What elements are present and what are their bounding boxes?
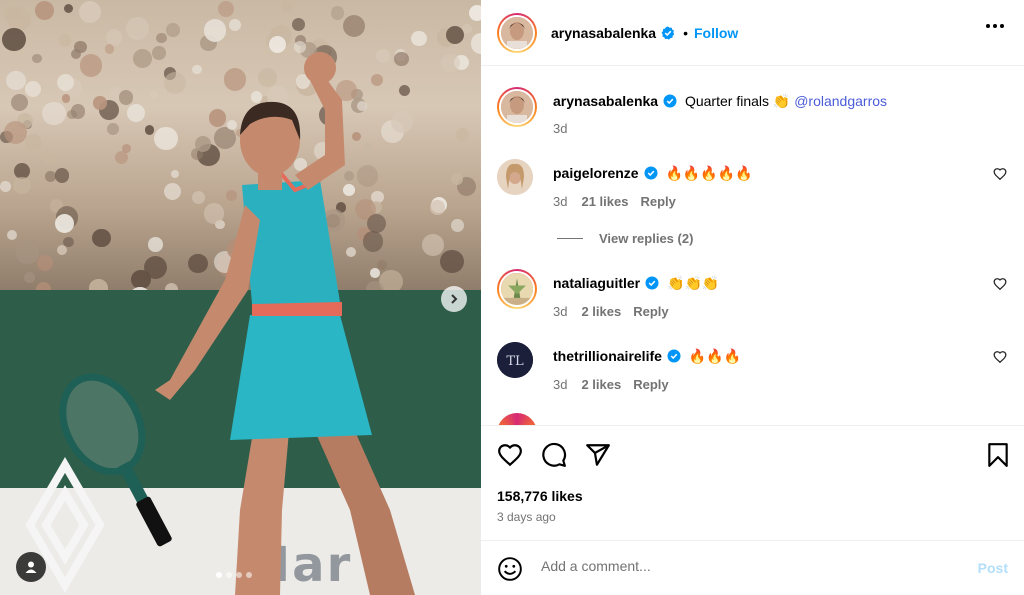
comment-meta: 3d 21 likes Reply xyxy=(553,194,676,209)
carousel-dot xyxy=(216,572,222,578)
view-replies-label: View replies (2) xyxy=(599,231,694,246)
comment-likes[interactable]: 2 likes xyxy=(581,304,621,319)
comment-time: 3d xyxy=(553,377,568,392)
carousel-dot xyxy=(236,572,242,578)
heart-icon[interactable] xyxy=(993,277,1007,291)
comment-text-line: paigelorenze 🔥🔥🔥🔥🔥 xyxy=(553,165,753,182)
carousel-next-button[interactable] xyxy=(441,286,467,312)
comment-text-line: thetrillionairelife 🔥🔥🔥 xyxy=(553,348,741,365)
post-media[interactable]: Har xyxy=(0,0,481,595)
post-details-panel: arynasabalenka • Follow arynasabalenka Q… xyxy=(481,0,1024,595)
comment-item: TL thetrillionairelife 🔥🔥🔥 3d 2 likes Repl… xyxy=(497,342,1007,402)
commenter-avatar[interactable] xyxy=(497,269,537,309)
follow-button[interactable]: Follow xyxy=(694,25,738,41)
commenter-avatar[interactable]: TL xyxy=(497,342,533,378)
comment-username[interactable]: nataliaguitler xyxy=(553,275,640,291)
caption-body: Quarter finals 👏 xyxy=(684,93,791,109)
comment-text-line: nataliaguitler 👏👏👏 xyxy=(553,275,719,292)
likes-count[interactable]: 158,776 likes xyxy=(497,488,583,504)
reply-button[interactable]: Reply xyxy=(633,377,668,392)
comment-username[interactable]: paigelorenze xyxy=(553,165,639,181)
comment-body: 🔥🔥🔥 xyxy=(688,349,742,365)
post-date: 3 days ago xyxy=(497,510,556,524)
verified-icon xyxy=(667,349,681,363)
comment-likes[interactable]: 2 likes xyxy=(581,377,621,392)
verified-icon xyxy=(663,94,677,108)
more-options-button[interactable] xyxy=(986,24,1004,28)
caption-author-avatar[interactable] xyxy=(497,87,537,127)
bookmark-icon[interactable] xyxy=(987,442,1009,468)
caption-text-line: arynasabalenka Quarter finals 👏 @rolandg… xyxy=(553,93,887,110)
reply-button[interactable]: Reply xyxy=(633,304,668,319)
heart-icon[interactable] xyxy=(993,350,1007,364)
carousel-dot xyxy=(226,572,232,578)
emoji-icon[interactable] xyxy=(497,556,523,582)
chevron-right-icon xyxy=(451,294,458,304)
comment-time: 3d xyxy=(553,304,568,319)
heart-icon[interactable] xyxy=(993,167,1007,181)
svg-text:TL: TL xyxy=(506,354,524,369)
caption-mention-link[interactable]: @rolandgarros xyxy=(794,93,887,109)
post-actions: 158,776 likes 3 days ago xyxy=(481,425,1024,540)
comment-time: 3d xyxy=(553,194,568,209)
author-avatar[interactable] xyxy=(497,12,537,53)
comment-username[interactable]: thetrillionairelife xyxy=(553,348,662,364)
tagged-users-button[interactable] xyxy=(16,552,46,582)
user-tag-icon xyxy=(25,561,37,573)
comment-item: paigelorenze 🔥🔥🔥🔥🔥 3d 21 likes Reply xyxy=(497,159,1007,219)
reply-button[interactable]: Reply xyxy=(640,194,675,209)
commenter-avatar[interactable] xyxy=(497,159,533,195)
comment-icon[interactable] xyxy=(541,442,567,468)
comment-meta: 3d 2 likes Reply xyxy=(553,377,669,392)
comment-input[interactable] xyxy=(541,558,941,574)
comment-body: 🔥🔥🔥🔥🔥 xyxy=(665,166,753,182)
player-photo xyxy=(59,52,415,595)
caption-time: 3d xyxy=(553,121,568,136)
comment-meta: 3d 2 likes Reply xyxy=(553,304,669,319)
commenter-avatar[interactable] xyxy=(497,413,537,425)
comment-item-partial xyxy=(497,413,1007,425)
caption-username[interactable]: arynasabalenka xyxy=(553,93,658,109)
comment-likes[interactable]: 21 likes xyxy=(581,194,628,209)
verified-icon xyxy=(661,26,675,40)
heart-icon[interactable] xyxy=(497,442,523,468)
post-header: arynasabalenka • Follow xyxy=(481,0,1024,66)
separator-dot: • xyxy=(683,24,688,41)
post-comment-button[interactable]: Post xyxy=(978,560,1008,576)
carousel-dot xyxy=(246,572,252,578)
comments-list[interactable]: arynasabalenka Quarter finals 👏 @rolandg… xyxy=(481,67,1024,425)
comment-body: 👏👏👏 xyxy=(667,276,720,292)
author-username[interactable]: arynasabalenka xyxy=(551,25,656,41)
more-icon xyxy=(986,24,990,28)
verified-icon xyxy=(645,276,659,290)
view-replies-button[interactable]: View replies (2) xyxy=(557,231,693,246)
comment-composer: Post xyxy=(481,540,1024,595)
carousel-dots xyxy=(216,572,252,578)
comment-item: nataliaguitler 👏👏👏 3d 2 likes Reply xyxy=(497,269,1007,329)
share-icon[interactable] xyxy=(585,442,611,468)
verified-icon xyxy=(644,166,658,180)
